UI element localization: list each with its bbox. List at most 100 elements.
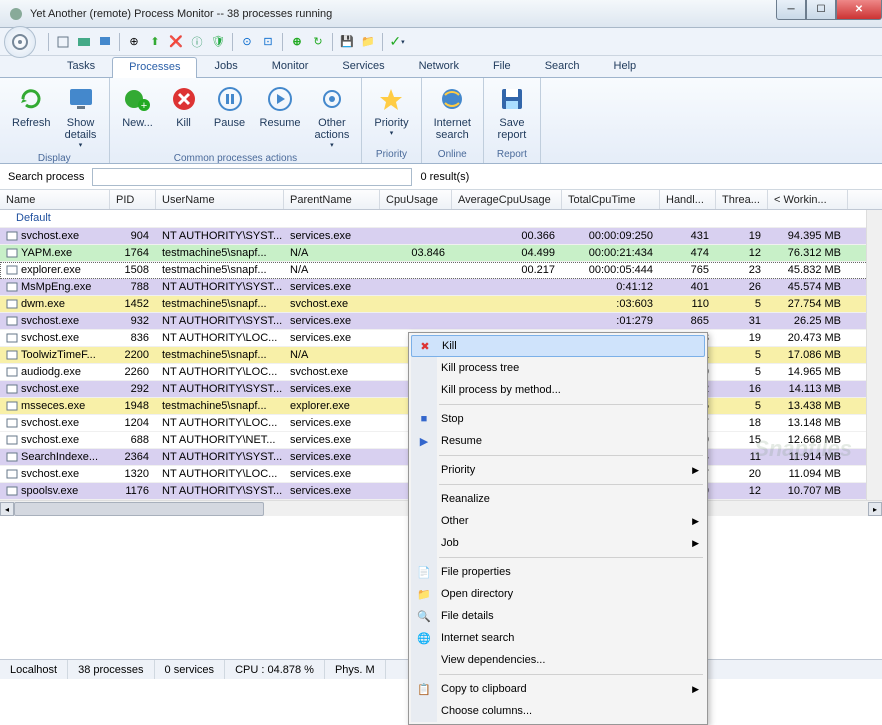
cell-pid: 2260 [110,364,156,380]
tab-help[interactable]: Help [597,56,654,77]
refresh-icon [15,83,47,115]
ctx-file-props[interactable]: 📄File properties [411,561,705,583]
quick-toolbar: ⊕ ⬆ ❌ ⓘ 🛡 ⊙ ⊡ ⊕ ↻ 💾 📁 ✓▾ [0,28,882,56]
cell-pid: 1320 [110,466,156,482]
ctx-file-details[interactable]: 🔍File details [411,605,705,627]
vertical-scrollbar[interactable] [866,210,882,500]
tab-search[interactable]: Search [528,56,597,77]
ctx-reanalize[interactable]: Reanalize [411,488,705,510]
cell-user: testmachine5\snapf... [156,398,284,414]
refresh-button[interactable]: Refresh [6,80,57,152]
table-row[interactable]: dwm.exe1452testmachine5\snapf...svchost.… [0,296,882,313]
resume-button[interactable]: Resume [254,80,307,152]
ctx-cols[interactable]: Choose columns... [411,700,705,722]
app-menu-button[interactable] [4,26,36,58]
tool-refresh-icon[interactable]: ↻ [308,32,328,52]
ctx-kill-method[interactable]: Kill process by method... [411,379,705,401]
process-icon [6,434,18,446]
tool-icon-3[interactable] [95,32,115,52]
tool-icon-1[interactable] [53,32,73,52]
ctx-priority[interactable]: Priority▶ [411,459,705,481]
tab-jobs[interactable]: Jobs [197,56,254,77]
col-name[interactable]: Name [0,190,110,209]
tool-icon-6[interactable]: ❌ [166,32,186,52]
minimize-button[interactable]: ─ [776,0,806,20]
table-row[interactable]: svchost.exe904NT AUTHORITY\SYST...servic… [0,228,882,245]
new-button[interactable]: + New... [116,80,160,152]
ctx-deps[interactable]: View dependencies... [411,649,705,671]
col-threads[interactable]: Threa... [716,190,768,209]
ctx-stop[interactable]: ■Stop [411,408,705,430]
ctx-other[interactable]: Other▶ [411,510,705,532]
ctx-job[interactable]: Job▶ [411,532,705,554]
col-handles[interactable]: Handl... [660,190,716,209]
pause-button[interactable]: Pause [208,80,252,152]
tab-monitor[interactable]: Monitor [255,56,326,77]
ctx-resume[interactable]: ▶Resume [411,430,705,452]
ctx-internet[interactable]: 🌐Internet search [411,627,705,649]
cell-name: msseces.exe [0,398,110,414]
col-working[interactable]: < Workin... [768,190,848,209]
cell-parent: services.exe [284,330,380,346]
monitor-icon [65,83,97,115]
internet-search-button[interactable]: Internet search [428,80,477,148]
col-avgcpu[interactable]: AverageCpuUsage [452,190,562,209]
tab-processes[interactable]: Processes [112,57,197,78]
maximize-button[interactable]: ☐ [806,0,836,20]
col-parentname[interactable]: ParentName [284,190,380,209]
ctx-kill[interactable]: ✖Kill [411,335,705,357]
cell-parent: explorer.exe [284,398,380,414]
tab-file[interactable]: File [476,56,528,77]
col-totalcpu[interactable]: TotalCpuTime [562,190,660,209]
ctx-kill-tree[interactable]: Kill process tree [411,357,705,379]
show-details-button[interactable]: Show details ▾ [59,80,103,152]
process-icon [6,468,18,480]
table-row[interactable]: MsMpEng.exe788NT AUTHORITY\SYST...servic… [0,279,882,296]
tool-shield-icon[interactable]: 🛡 [208,32,228,52]
ctx-copy[interactable]: 📋Copy to clipboard▶ [411,678,705,700]
cell-t: 15 [716,432,768,448]
hscroll-right-button[interactable]: ▸ [868,502,882,516]
ctx-open-dir[interactable]: 📁Open directory [411,583,705,605]
tool-folder-icon[interactable]: 📁 [358,32,378,52]
process-icon [6,332,18,344]
col-cpuusage[interactable]: CpuUsage [380,190,452,209]
save-report-button[interactable]: Save report [490,80,534,148]
hscroll-left-button[interactable]: ◂ [0,502,14,516]
process-icon [6,298,18,310]
tool-icon-7[interactable]: ⓘ [187,32,207,52]
tab-tasks[interactable]: Tasks [50,56,112,77]
cell-user: NT AUTHORITY\SYST... [156,279,284,295]
tool-save-icon[interactable]: 💾 [337,32,357,52]
priority-button[interactable]: Priority ▾ [368,80,414,148]
tool-icon-5[interactable]: ⬆ [145,32,165,52]
tool-check-icon[interactable]: ✓▾ [387,32,407,52]
cell-name: MsMpEng.exe [0,279,110,295]
table-row[interactable]: explorer.exe1508testmachine5\snapf...N/A… [0,262,882,279]
tool-icon-2[interactable] [74,32,94,52]
close-button[interactable]: ✕ [836,0,882,20]
cell-parent: services.exe [284,449,380,465]
other-actions-button[interactable]: Other actions ▾ [309,80,356,152]
tool-add-icon[interactable]: ⊕ [287,32,307,52]
table-row[interactable]: YAPM.exe1764testmachine5\snapf...N/A03.8… [0,245,882,262]
cell-tct: 0:41:12 [562,279,660,295]
tab-services[interactable]: Services [325,56,401,77]
tool-icon-4[interactable]: ⊕ [124,32,144,52]
kill-button[interactable]: Kill [162,80,206,152]
tab-network[interactable]: Network [402,56,476,77]
hscroll-thumb[interactable] [14,502,264,516]
group-row[interactable]: Default [0,210,882,228]
col-pid[interactable]: PID [110,190,156,209]
search-input[interactable] [92,168,412,186]
cell-h: 474 [660,245,716,261]
col-username[interactable]: UserName [156,190,284,209]
cell-w: 45.574 MB [768,279,848,295]
tool-icon-9[interactable]: ⊡ [258,32,278,52]
table-row[interactable]: svchost.exe932NT AUTHORITY\SYST...servic… [0,313,882,330]
cell-cpu [380,228,452,244]
cell-name: svchost.exe [0,432,110,448]
tool-icon-8[interactable]: ⊙ [237,32,257,52]
cell-parent: services.exe [284,432,380,448]
process-icon [6,315,18,327]
